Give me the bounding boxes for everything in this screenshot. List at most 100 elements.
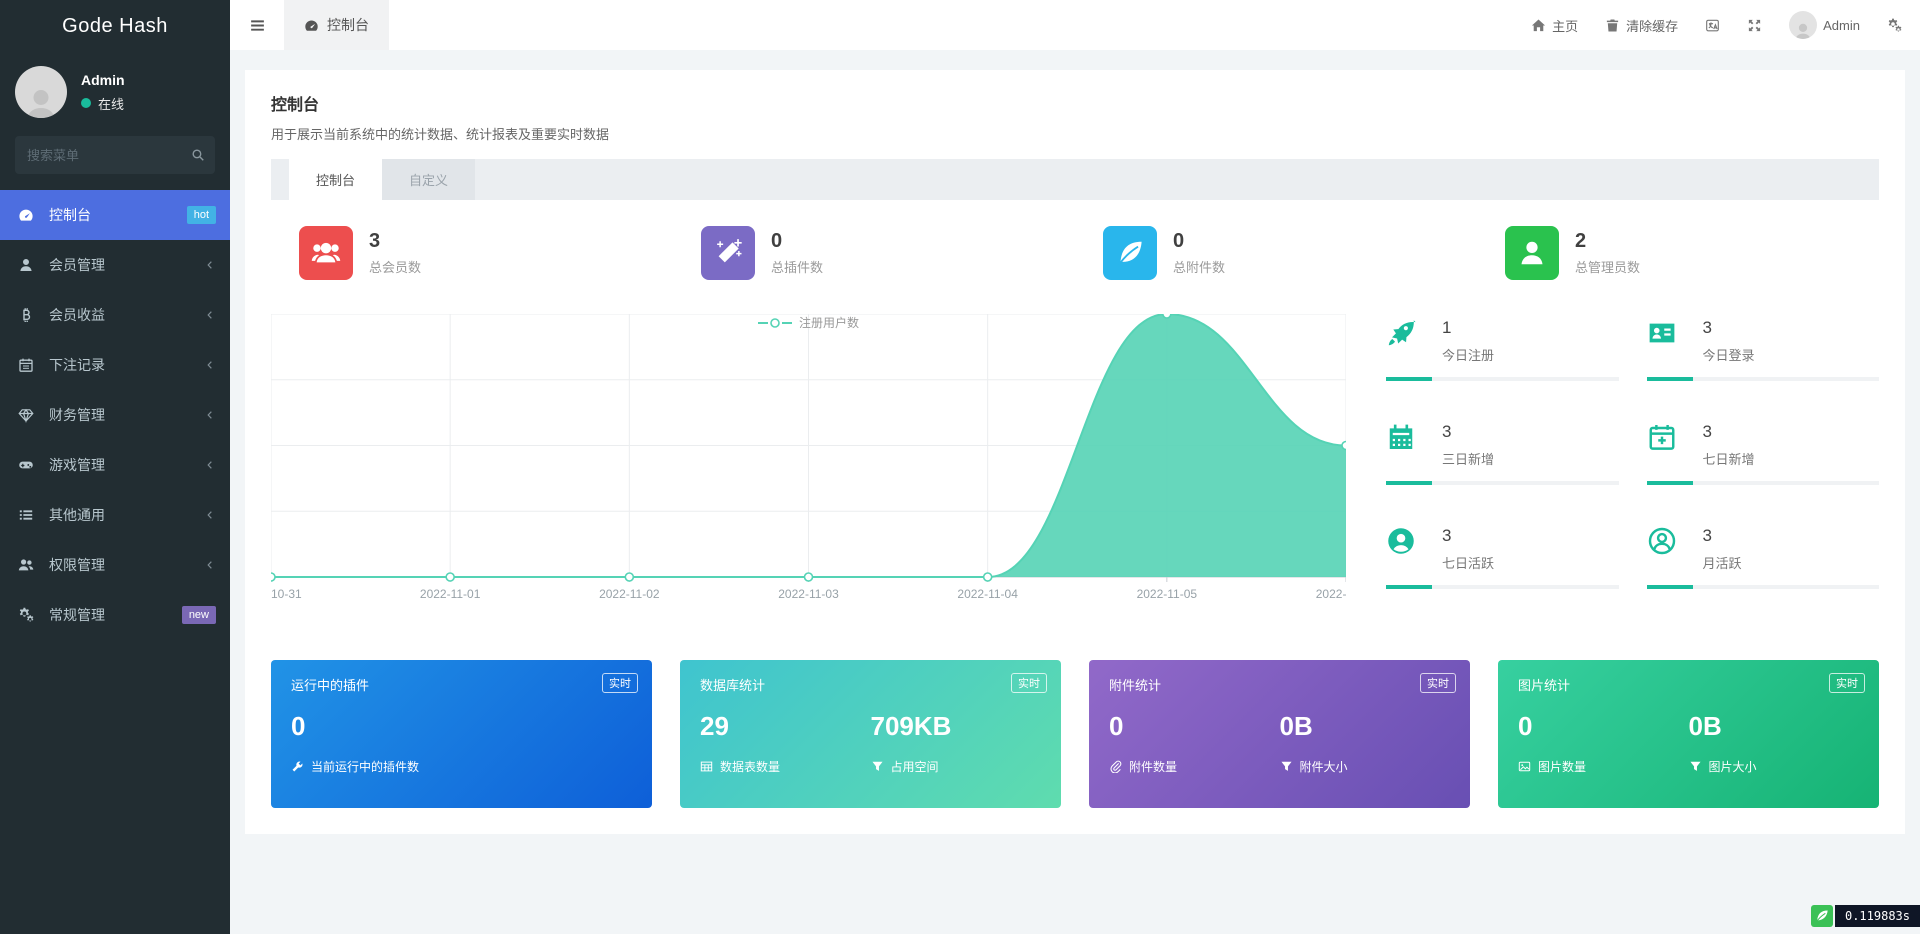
stat-total-attachments: 0 总附件数 [1075,226,1477,280]
funnel-icon [1689,760,1702,773]
card-database-stats: 数据库统计 实时 29 709KB 数据表数量 占用空间 [680,660,1061,808]
sidebar-item-dashboard[interactable]: 控制台 hot [0,190,230,240]
mini-label: 今日注册 [1442,345,1494,364]
area-chart-plot [271,314,1346,583]
leaf-icon [1103,226,1157,280]
funnel-icon [871,760,884,773]
menu-toggle-button[interactable] [230,0,284,50]
sidebar-item-label: 游戏管理 [49,455,105,475]
mini-value: 3 [1703,526,1742,546]
mini-value: 3 [1703,422,1755,442]
mini-underline [1647,585,1880,589]
gears-icon [1887,18,1902,33]
panel-tabs: 控制台 自定义 [271,159,1879,200]
panel-heading: 控制台 用于展示当前系统中的统计数据、统计报表及重要实时数据 控制台 自定义 [245,70,1905,200]
topbar-actions: 主页 清除缓存 Admin [1531,11,1920,39]
mini-stat-month-active: 3 月活跃 [1647,522,1880,626]
home-link[interactable]: 主页 [1531,16,1578,35]
mini-label: 七日新增 [1703,449,1755,468]
menu-search [15,136,215,174]
chevron-left-icon [204,309,216,321]
card-foot-label: 图片数量 [1538,758,1586,775]
user-circle-icon [1386,526,1420,556]
expand-icon [1747,18,1762,33]
x-axis-tick-label: 2022-11-06 [1316,587,1346,601]
stat-total-plugins: 0 总插件数 [673,226,1075,280]
hot-badge: hot [187,206,216,224]
mini-underline [1386,585,1619,589]
chart-legend: 注册用户数 [271,314,1346,331]
x-axis-tick-label: 2022-11-03 [778,587,839,601]
card-value: 29 [700,711,871,742]
card-value: 0 [1109,711,1280,742]
sidebar-item-games[interactable]: 游戏管理 [0,440,230,490]
search-input[interactable] [15,136,215,174]
user-icon [18,257,40,273]
user-status: 在线 [81,94,125,113]
card-value: 0 [291,711,632,742]
x-axis-tick-label: 2022-11-04 [957,587,1018,601]
dashboard-panel: 控制台 用于展示当前系统中的统计数据、统计报表及重要实时数据 控制台 自定义 3… [245,70,1905,834]
rocket-icon [1386,318,1420,348]
paperclip-icon [1109,760,1122,773]
tab-dashboard[interactable]: 控制台 [289,159,382,200]
mini-label: 三日新增 [1442,449,1494,468]
clear-cache-button[interactable]: 清除缓存 [1605,16,1678,35]
mini-label: 今日登录 [1703,345,1755,364]
mini-stat-today-registered: 1 今日注册 [1386,314,1619,418]
stat-value: 0 [1173,230,1225,253]
realtime-badge: 实时 [1420,673,1456,693]
sidebar-item-general[interactable]: 常规管理 new [0,590,230,640]
chevron-left-icon [204,459,216,471]
chevron-left-icon [204,509,216,521]
sidebar-item-permissions[interactable]: 权限管理 [0,540,230,590]
sidebar-item-members[interactable]: 会员管理 [0,240,230,290]
panel-body: 3 总会员数 0 总插件数 0 总附件数 [245,200,1905,834]
settings-button[interactable] [1887,18,1902,33]
page-description: 用于展示当前系统中的统计数据、统计报表及重要实时数据 [271,124,1879,143]
stat-label: 总管理员数 [1575,257,1640,276]
gamepad-icon [18,457,40,473]
person-icon [21,85,61,118]
mini-stat-7day-new: 3 七日新增 [1647,418,1880,522]
avatar [1789,11,1817,39]
language-icon [1705,18,1720,33]
sidebar-item-bet-records[interactable]: 下注记录 [0,340,230,390]
stat-value: 0 [771,230,823,253]
user-circle-o-icon [1647,526,1681,556]
card-value2: 0B [1280,711,1451,742]
mini-value: 3 [1442,526,1494,546]
mini-underline [1386,481,1619,485]
calendar-plus-icon [1647,422,1681,452]
mini-value: 3 [1703,318,1755,338]
bitcoin-icon [18,307,40,323]
avatar [15,66,67,118]
legend-marker-icon [758,317,792,329]
legend-label: 注册用户数 [799,314,859,331]
app-logo: Gode Hash [0,0,230,52]
user-menu[interactable]: Admin [1789,11,1860,39]
topbar-tab-dashboard[interactable]: 控制台 [284,0,389,50]
chevron-left-icon [204,559,216,571]
mini-value: 3 [1442,422,1494,442]
sidebar-item-finance[interactable]: 财务管理 [0,390,230,440]
username-label: Admin [1823,18,1860,33]
chart-section: 注册用户数 10-312022-11-012022-11-022022-11-0… [271,314,1879,626]
topbar: 控制台 主页 清除缓存 Admin [230,0,1920,50]
sidebar-item-member-earnings[interactable]: 会员收益 [0,290,230,340]
gem-icon [18,407,40,423]
sidebar-item-label: 财务管理 [49,405,105,425]
sidebar-menu: 控制台 hot 会员管理 会员收益 下注记录 财务管理 游戏管理 [0,190,230,640]
mini-stat-today-logins: 3 今日登录 [1647,314,1880,418]
cogs-icon [18,607,40,623]
fullscreen-button[interactable] [1747,18,1762,33]
sidebar-item-label: 常规管理 [49,605,105,625]
sidebar-item-misc[interactable]: 其他通用 [0,490,230,540]
summary-cards-row: 运行中的插件 实时 0 当前运行中的插件数 数据库统计 实时 29 709KB [271,660,1879,808]
language-button[interactable] [1705,18,1720,33]
mini-stat-7day-active: 3 七日活跃 [1386,522,1619,626]
mini-label: 七日活跃 [1442,553,1494,572]
chevron-left-icon [204,409,216,421]
tab-custom[interactable]: 自定义 [382,159,475,200]
sidebar-item-label: 下注记录 [49,355,105,375]
